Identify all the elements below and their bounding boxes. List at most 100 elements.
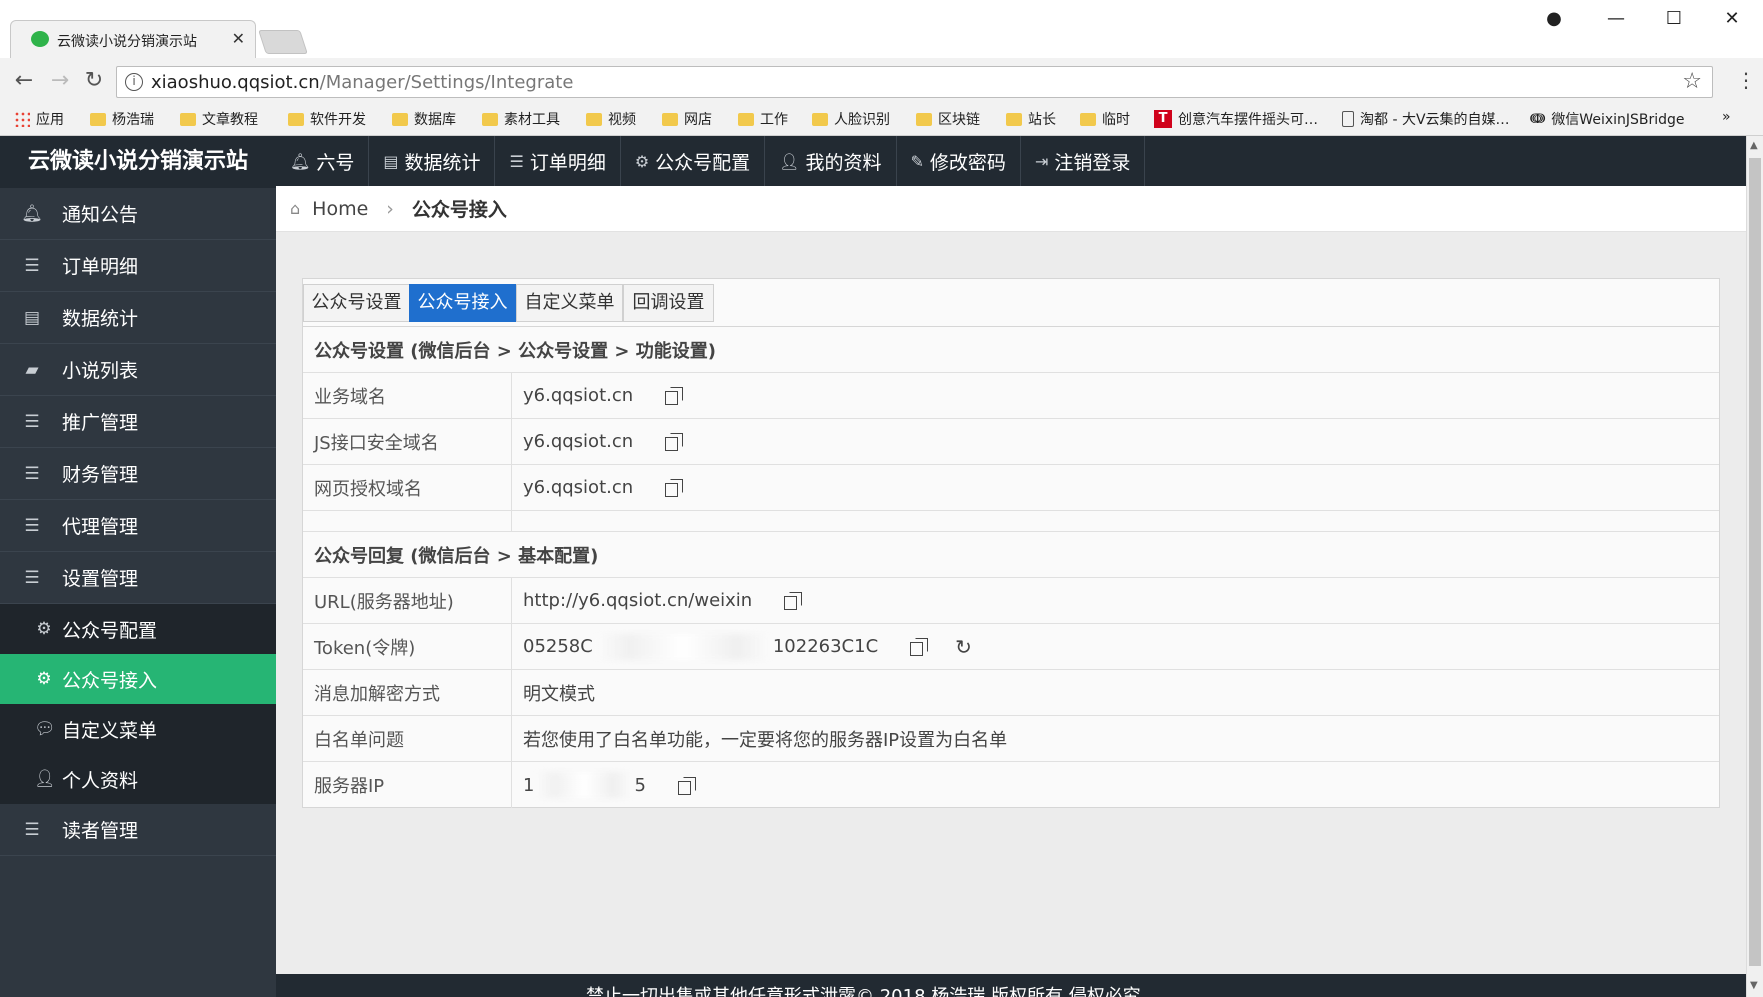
close-window-button[interactable]: ✕	[1712, 8, 1752, 29]
bar-chart-icon: ▤	[383, 151, 399, 171]
copy-icon[interactable]	[665, 387, 684, 405]
sidebar-subitem-account-config[interactable]: ⚙ 公众号配置	[0, 604, 276, 654]
table-row-spacer	[303, 511, 1719, 532]
bookmark-item[interactable]: 临时	[1080, 109, 1130, 129]
sidebar-item-finance[interactable]: ☰ 财务管理	[0, 448, 276, 500]
bookmark-item[interactable]: 淘都 - 大V云集的自媒…	[1342, 109, 1510, 129]
copy-icon[interactable]	[665, 433, 684, 451]
row-label-empty	[303, 511, 512, 531]
folder-icon	[586, 112, 602, 126]
bookmark-item[interactable]: 区块链	[916, 109, 980, 129]
user-icon: 👤︎	[779, 151, 800, 171]
bookmark-item[interactable]: 工作	[738, 109, 788, 129]
copy-icon[interactable]	[910, 638, 929, 656]
page-footer: 禁止一切出售或其他任意形式泄露© 2018 杨浩瑞 版权所有 侵权必究	[276, 974, 1746, 997]
bookmark-star-icon[interactable]: ☆	[1682, 69, 1702, 94]
breadcrumb-home-link[interactable]: Home	[312, 198, 368, 220]
copy-icon[interactable]	[784, 592, 803, 610]
sidebar-item-agents[interactable]: ☰ 代理管理	[0, 500, 276, 552]
site-brand[interactable]: 云微读小说分销演示站	[0, 136, 276, 188]
bookmark-item[interactable]: T 创意汽车摆件摇头可…	[1154, 109, 1318, 129]
folder-icon	[180, 112, 196, 126]
topnav-account-config[interactable]: ⚙ 公众号配置	[621, 136, 766, 186]
bookmark-item[interactable]: 人脸识别	[812, 109, 890, 129]
sidebar-item-novels[interactable]: ▰ 小说列表	[0, 344, 276, 396]
page-scrollbar[interactable]: ▲ ▼	[1746, 136, 1763, 997]
info-icon[interactable]: i	[125, 73, 143, 91]
sidebar-subitem-custom-menu[interactable]: 💬︎ 自定义菜单	[0, 704, 276, 754]
browser-tab[interactable]: 云微读小说分销演示站 ✕	[10, 20, 256, 58]
table-row: 服务器IP 1 5	[303, 762, 1719, 808]
sidebar-subitem-profile[interactable]: 👤︎ 个人资料	[0, 754, 276, 804]
topnav-stats[interactable]: ▤ 数据统计	[369, 136, 496, 186]
refresh-icon[interactable]: ↻	[955, 635, 972, 659]
sidebar-item-orders[interactable]: ☰ 订单明细	[0, 240, 276, 292]
row-label: 消息加解密方式	[303, 670, 512, 715]
bookmark-item[interactable]: 杨浩瑞	[90, 109, 154, 129]
bookmark-item[interactable]: 文章教程	[180, 109, 258, 129]
sidebar-item-promotion[interactable]: ☰ 推广管理	[0, 396, 276, 448]
t-logo-icon: T	[1154, 110, 1172, 128]
copy-icon[interactable]	[677, 776, 696, 795]
tab-callback-settings[interactable]: 回调设置	[623, 284, 714, 322]
top-navigation: 🔔︎ 六号 ▤ 数据统计 ☰ 订单明细 ⚙ 公众号配置 👤︎ 我的资料 ✎ 修改密码 ⇥ 注销…	[276, 136, 1746, 186]
bookmarks-overflow-button[interactable]: »	[1722, 109, 1731, 125]
tab-custom-menu[interactable]: 自定义菜单	[516, 284, 623, 322]
bookmark-item[interactable]: 视频	[586, 109, 636, 129]
bookmark-item[interactable]: 素材工具	[482, 109, 560, 129]
forward-arrow-icon[interactable]: →	[46, 68, 74, 93]
page-icon	[1342, 111, 1354, 127]
address-bar[interactable]: i xiaoshuo.qqsiot.cn/Manager/Settings/In…	[116, 66, 1713, 98]
profile-icon[interactable]: ●	[1534, 8, 1574, 29]
bookmark-apps[interactable]: 应用	[14, 109, 64, 129]
copy-icon[interactable]	[665, 479, 684, 497]
topnav-orders[interactable]: ☰ 订单明细	[495, 136, 621, 186]
row-label: 白名单问题	[303, 716, 512, 761]
browser-chrome: 云微读小说分销演示站 ✕ ● — ☐ ✕ ← → ↻ i xiaoshuo.qq…	[0, 0, 1763, 136]
folder-icon	[392, 112, 408, 126]
scroll-up-arrow-icon[interactable]: ▲	[1750, 140, 1758, 151]
folder-icon	[1006, 112, 1022, 126]
row-label: JS接口安全域名	[303, 419, 512, 464]
tab-account-settings[interactable]: 公众号设置	[303, 284, 410, 322]
row-value: 明文模式	[523, 683, 595, 705]
back-arrow-icon[interactable]: ←	[10, 68, 38, 93]
sidebar-item-notice[interactable]: 🔔︎ 通知公告	[0, 188, 276, 240]
tab-account-integrate[interactable]: 公众号接入	[409, 284, 516, 322]
gear-icon: ⚙	[36, 619, 52, 639]
reload-icon[interactable]: ↻	[80, 68, 108, 93]
topnav-user[interactable]: 🔔︎ 六号	[276, 136, 370, 186]
bookmark-item[interactable]: 网店	[662, 109, 712, 129]
table-row: 业务域名 y6.qqsiot.cn	[303, 373, 1719, 419]
book-icon: ▰	[25, 359, 39, 380]
bookmark-item[interactable]: 站长	[1006, 109, 1056, 129]
topnav-profile[interactable]: 👤︎ 我的资料	[765, 136, 897, 186]
topnav-change-password[interactable]: ✎ 修改密码	[897, 136, 1021, 186]
scroll-down-arrow-icon[interactable]: ▼	[1750, 980, 1758, 991]
scrollbar-thumb[interactable]	[1749, 158, 1761, 966]
app-page: 云微读小说分销演示站 🔔︎ 通知公告 ☰ 订单明细 ▤ 数据统计 ▰ 小说列表 ☰ 推广管…	[0, 136, 1763, 997]
folder-icon	[738, 112, 754, 126]
sidebar-item-readers[interactable]: ☰ 读者管理	[0, 804, 276, 856]
row-value: http://y6.qqsiot.cn/weixin	[512, 578, 1719, 623]
sidebar-item-settings[interactable]: ☰ 设置管理	[0, 552, 276, 604]
browser-menu-icon[interactable]: ⋮	[1736, 68, 1756, 92]
sidebar: 云微读小说分销演示站 🔔︎ 通知公告 ☰ 订单明细 ▤ 数据统计 ▰ 小说列表 ☰ 推广管…	[0, 136, 276, 997]
minimize-button[interactable]: —	[1596, 8, 1636, 29]
topnav-logout[interactable]: ⇥ 注销登录	[1021, 136, 1146, 186]
section-header: 公众号回复 (微信后台 > 基本配置)	[303, 532, 1719, 578]
sidebar-subitem-account-integrate[interactable]: ⚙ 公众号接入	[0, 654, 276, 704]
row-value: 05258C 102263C1C ↻	[523, 633, 972, 660]
new-tab-button[interactable]	[258, 30, 308, 54]
table-row: URL(服务器地址) http://y6.qqsiot.cn/weixin	[303, 578, 1719, 624]
sidebar-item-stats[interactable]: ▤ 数据统计	[0, 292, 276, 344]
bookmark-item[interactable]: 数据库	[392, 109, 456, 129]
browser-tab-title: 云微读小说分销演示站	[57, 34, 197, 50]
close-tab-icon[interactable]: ✕	[232, 29, 245, 48]
list-icon: ☰	[24, 463, 40, 484]
bookmark-item[interactable]: 软件开发	[288, 109, 366, 129]
folder-icon	[482, 112, 498, 126]
bookmark-item[interactable]: ↈ 微信WeixinJSBridge	[1530, 109, 1685, 129]
maximize-button[interactable]: ☐	[1654, 8, 1694, 29]
comment-icon: 💬︎	[34, 719, 56, 739]
